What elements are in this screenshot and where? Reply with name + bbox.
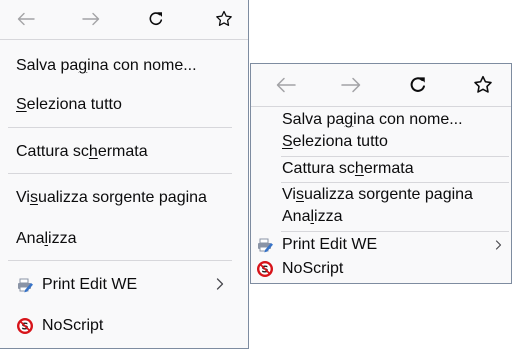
back-button[interactable] — [10, 4, 42, 34]
bookmark-star-icon — [474, 75, 492, 93]
bookmark-star-icon — [216, 10, 232, 26]
menu-separator — [8, 260, 232, 261]
noscript-icon: S — [16, 317, 34, 335]
item-label: NoScript — [42, 317, 104, 334]
accesskey: h — [354, 160, 364, 177]
menu-separator — [281, 231, 509, 232]
accesskey: s — [29, 189, 38, 206]
menu-item-select-all[interactable]: Seleziona tutto — [251, 131, 511, 153]
menu-item-take-screenshot[interactable]: Cattura sc h ermata — [251, 158, 511, 180]
menu-item-noscript[interactable]: S NoScript — [0, 309, 248, 343]
bookmark-button[interactable] — [208, 4, 240, 34]
reload-button[interactable] — [140, 4, 172, 34]
forward-button[interactable] — [335, 70, 367, 100]
navigation-bar — [251, 64, 511, 107]
menu-item-view-source[interactable]: Vi s ualizza sorgente pagina — [251, 184, 511, 206]
accesskey: g — [344, 111, 354, 128]
accesskey: s — [295, 186, 304, 203]
item-label: Print Edit WE — [42, 276, 138, 293]
print-edit-icon — [256, 236, 274, 254]
chevron-right-icon — [495, 240, 502, 250]
item-label: Ana — [282, 208, 311, 225]
noscript-icon: S — [256, 260, 274, 278]
item-label: NoScript — [282, 260, 344, 277]
menu-separator — [8, 127, 232, 128]
menu-item-select-all[interactable]: Seleziona tutto — [0, 88, 248, 122]
navigation-bar — [0, 0, 248, 40]
item-label: Cattura sc — [16, 143, 89, 160]
item-label: Ana — [16, 230, 45, 247]
menu-separator — [281, 182, 509, 183]
item-label: ermata — [97, 143, 148, 160]
menu-item-save-page-as[interactable]: Salva pa g ina con nome... — [251, 109, 511, 131]
item-label: Salva pa — [282, 111, 345, 128]
item-label: eleziona tutto — [26, 96, 122, 113]
menu-item-inspect[interactable]: Ana l izza — [251, 206, 511, 228]
menu-item-print-edit-we[interactable]: Print Edit WE — [0, 268, 248, 302]
accesskey: g — [78, 57, 88, 74]
menu-separator — [8, 173, 232, 174]
item-label: eleziona tutto — [292, 133, 388, 150]
item-label: ualizza sorgente pagina — [303, 186, 473, 203]
item-label: Print Edit WE — [282, 236, 378, 253]
back-arrow-icon — [17, 12, 35, 26]
bookmark-button[interactable] — [467, 70, 499, 100]
accesskey: h — [88, 143, 98, 160]
item-label: ermata — [363, 160, 414, 177]
forward-arrow-icon — [341, 77, 361, 93]
item-label: Vi — [282, 186, 296, 203]
item-label: izza — [314, 208, 343, 225]
forward-arrow-icon — [82, 12, 100, 26]
forward-button[interactable] — [75, 4, 107, 34]
accesskey: S — [282, 133, 293, 150]
item-label: Vi — [16, 189, 30, 206]
menu-item-view-source[interactable]: Vi s ualizza sorgente pagina — [0, 181, 248, 215]
context-menu-large: Salva pa g ina con nome... Seleziona tutto… — [0, 0, 249, 349]
item-label: Salva pa — [16, 57, 79, 74]
item-label: ualizza sorgente pagina — [37, 189, 207, 206]
chevron-right-icon — [216, 278, 224, 290]
reload-icon — [410, 77, 425, 92]
back-arrow-icon — [276, 77, 296, 93]
back-button[interactable] — [270, 70, 302, 100]
item-label: ina con nome... — [87, 57, 197, 74]
item-label: Cattura sc — [282, 160, 355, 177]
accesskey: S — [16, 96, 27, 113]
reload-icon — [149, 12, 163, 26]
context-menu-compact: Salva pa g ina con nome... Seleziona tutto… — [250, 63, 512, 284]
item-label: ina con nome... — [353, 111, 463, 128]
menu-separator — [281, 156, 509, 157]
menu-item-take-screenshot[interactable]: Cattura sc h ermata — [0, 135, 248, 169]
item-label: izza — [48, 230, 77, 247]
print-edit-icon — [16, 276, 34, 294]
menu-item-print-edit-we[interactable]: Print Edit WE — [251, 234, 511, 256]
menu-item-save-page-as[interactable]: Salva pa g ina con nome... — [0, 49, 248, 83]
menu-item-inspect[interactable]: Ana l izza — [0, 222, 248, 256]
menu-item-noscript[interactable]: S NoScript — [251, 258, 511, 280]
reload-button[interactable] — [402, 70, 434, 100]
